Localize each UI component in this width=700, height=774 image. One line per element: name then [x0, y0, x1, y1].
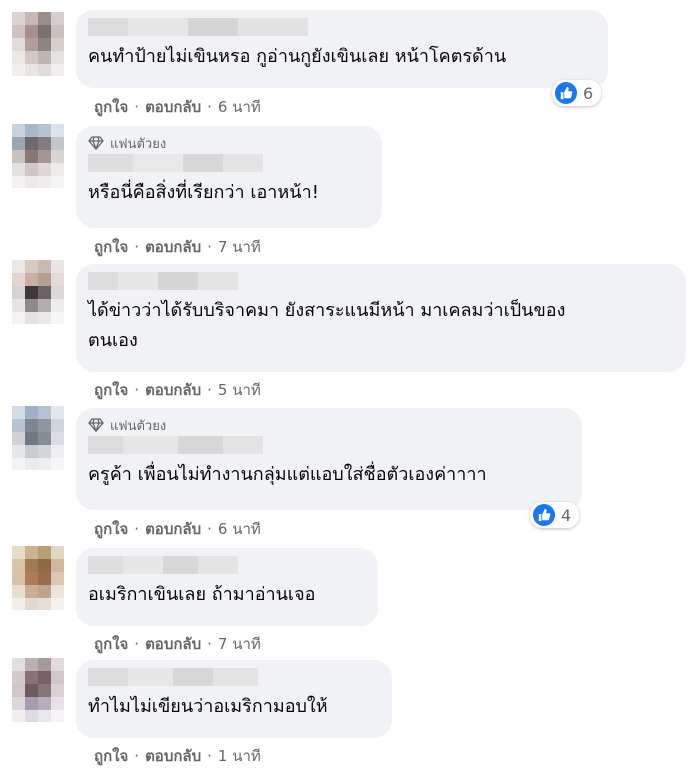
comment-bubble: แฟนตัวยง ครูค้า เพื่อนไม่ทำงานกลุ่มแต่แอ…	[76, 408, 582, 510]
separator-dot: ·	[134, 635, 140, 653]
timestamp[interactable]: 6 นาที	[218, 98, 261, 116]
timestamp[interactable]: 5 นาที	[218, 381, 261, 399]
separator-dot: ·	[207, 98, 212, 116]
avatar[interactable]	[12, 406, 64, 470]
comment-text-line: ครูค้า เพื่อนไม่ทำงานกลุ่มแต่แอบใส่ชื่อต…	[88, 464, 487, 485]
like-action[interactable]: ถูกใจ	[94, 635, 128, 653]
reply-action[interactable]: ตอบกลับ	[145, 520, 201, 538]
avatar[interactable]	[12, 124, 64, 188]
reaction-count[interactable]: 6	[552, 80, 602, 106]
top-fan-badge: แฟนตัวยง	[88, 134, 368, 152]
comment-actions: ถูกใจ · ตอบกลับ · 6 นาที	[94, 517, 261, 541]
separator-dot: ·	[134, 747, 140, 765]
comment-bubble: แฟนตัวยง หรือนี่คือสิ่งที่เรียกว่า เอาหน…	[76, 126, 382, 228]
reply-action[interactable]: ตอบกลับ	[145, 747, 201, 765]
commenter-name[interactable]	[88, 154, 263, 172]
fan-badge-label: แฟนตัวยง	[110, 418, 167, 434]
separator-dot: ·	[134, 520, 140, 538]
timestamp[interactable]: 7 นาที	[218, 635, 261, 653]
avatar[interactable]	[12, 658, 64, 722]
reply-action[interactable]: ตอบกลับ	[145, 635, 201, 653]
comment-actions: ถูกใจ · ตอบกลับ · 1 นาที	[94, 744, 261, 768]
diamond-icon	[88, 418, 104, 432]
commenter-name[interactable]	[88, 556, 238, 574]
comment-text-line: ตนเอง	[88, 330, 138, 351]
comment-bubble: ทำไมไม่เขียนว่าอเมริกามอบให้	[76, 660, 392, 738]
comment-text-line: ทำไมไม่เขียนว่าอเมริกามอบให้	[88, 696, 328, 717]
separator-dot: ·	[134, 98, 140, 116]
reaction-number: 4	[561, 505, 572, 525]
commenter-name[interactable]	[88, 18, 308, 36]
comment-actions: ถูกใจ · ตอบกลับ · 7 นาที	[94, 632, 261, 656]
comment-text: ครูค้า เพื่อนไม่ทำงานกลุ่มแต่แอบใส่ชื่อต…	[88, 460, 568, 490]
comment-bubble: ได้ข่าวว่าได้รับบริจาคมา ยังสาระแนมีหน้า…	[76, 264, 686, 372]
comment-actions: ถูกใจ · ตอบกลับ · 5 นาที	[94, 378, 261, 402]
comment-bubble: อเมริกาเขินเลย ถ้ามาอ่านเจอ	[76, 548, 378, 626]
comment-text-line: หรือนี่คือสิ่งที่เรียกว่า เอาหน้า!	[88, 182, 319, 203]
like-action[interactable]: ถูกใจ	[94, 520, 128, 538]
comment-text: อเมริกาเขินเลย ถ้ามาอ่านเจอ	[88, 580, 364, 610]
fan-badge-label: แฟนตัวยง	[110, 136, 167, 152]
comment-actions: ถูกใจ · ตอบกลับ · 7 นาที	[94, 235, 261, 259]
comment-text: ทำไมไม่เขียนว่าอเมริกามอบให้	[88, 692, 378, 722]
comment-bubble: คนทำป้ายไม่เขินหรอ กูอ่านกูยังเขินเลย หน…	[76, 10, 608, 88]
avatar[interactable]	[12, 260, 64, 324]
commenter-name[interactable]	[88, 436, 263, 454]
reaction-count[interactable]: 4	[530, 502, 580, 528]
like-action[interactable]: ถูกใจ	[94, 381, 128, 399]
commenter-name[interactable]	[88, 272, 238, 290]
timestamp[interactable]: 7 นาที	[218, 238, 261, 256]
avatar[interactable]	[12, 12, 64, 76]
commenter-name[interactable]	[88, 668, 258, 686]
reaction-number: 6	[583, 83, 594, 103]
like-action[interactable]: ถูกใจ	[94, 238, 128, 256]
separator-dot: ·	[207, 238, 212, 256]
comment-text-line: ได้ข่าวว่าได้รับบริจาคมา ยังสาระแนมีหน้า…	[88, 300, 566, 321]
comment-text-line: อเมริกาเขินเลย ถ้ามาอ่านเจอ	[88, 584, 316, 605]
separator-dot: ·	[134, 238, 140, 256]
reply-action[interactable]: ตอบกลับ	[145, 98, 201, 116]
separator-dot: ·	[207, 747, 212, 765]
timestamp[interactable]: 6 นาที	[218, 520, 261, 538]
like-action[interactable]: ถูกใจ	[94, 98, 128, 116]
top-fan-badge: แฟนตัวยง	[88, 416, 568, 434]
timestamp[interactable]: 1 นาที	[218, 747, 261, 765]
separator-dot: ·	[207, 381, 212, 399]
separator-dot: ·	[207, 520, 212, 538]
comment-text: หรือนี่คือสิ่งที่เรียกว่า เอาหน้า!	[88, 178, 368, 208]
diamond-icon	[88, 136, 104, 150]
comment-text-line: คนทำป้ายไม่เขินหรอ กูอ่านกูยังเขินเลย หน…	[88, 46, 507, 67]
thumbs-up-icon	[555, 82, 577, 104]
comment-actions: ถูกใจ · ตอบกลับ · 6 นาที	[94, 95, 261, 119]
comment-text: คนทำป้ายไม่เขินหรอ กูอ่านกูยังเขินเลย หน…	[88, 42, 594, 72]
reply-action[interactable]: ตอบกลับ	[145, 381, 201, 399]
separator-dot: ·	[134, 381, 140, 399]
separator-dot: ·	[207, 635, 212, 653]
reply-action[interactable]: ตอบกลับ	[145, 238, 201, 256]
avatar[interactable]	[12, 546, 64, 610]
comment-text: ได้ข่าวว่าได้รับบริจาคมา ยังสาระแนมีหน้า…	[88, 296, 672, 356]
like-action[interactable]: ถูกใจ	[94, 747, 128, 765]
thumbs-up-icon	[533, 504, 555, 526]
